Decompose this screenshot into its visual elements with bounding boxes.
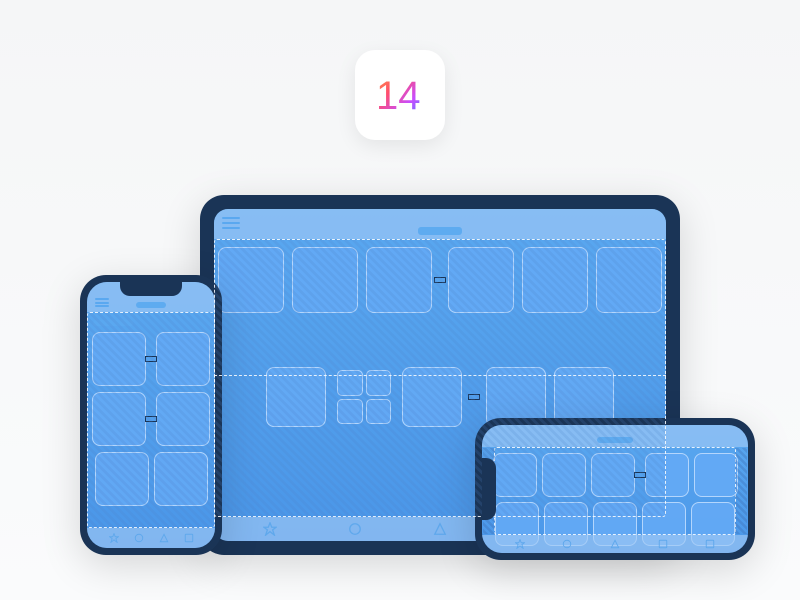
square-icon[interactable] <box>705 539 715 549</box>
phone-portrait-device <box>80 275 222 555</box>
cell[interactable] <box>156 392 210 446</box>
phone-row <box>93 452 209 506</box>
square-icon[interactable] <box>658 539 668 549</box>
phone-row <box>93 332 209 386</box>
phone-l-row <box>500 453 730 497</box>
hamburger-icon[interactable] <box>95 298 109 307</box>
circle-icon[interactable] <box>562 539 572 549</box>
navbar-title-placeholder <box>597 437 633 443</box>
cell[interactable] <box>366 247 432 313</box>
cell[interactable] <box>402 367 462 427</box>
triangle-icon[interactable] <box>159 533 169 543</box>
triangle-icon[interactable] <box>433 522 447 536</box>
navbar-title-placeholder <box>418 227 462 235</box>
cell[interactable] <box>542 453 586 497</box>
cell[interactable] <box>92 332 146 386</box>
phone-landscape-content <box>482 447 748 535</box>
phone-navbar <box>482 425 748 447</box>
cell[interactable] <box>591 453 635 497</box>
cell[interactable] <box>218 247 284 313</box>
cell[interactable] <box>95 452 149 506</box>
tablet-navbar <box>214 209 666 239</box>
phone-row <box>93 392 209 446</box>
star-icon[interactable] <box>263 522 277 536</box>
cell[interactable] <box>156 332 210 386</box>
cell[interactable] <box>266 367 326 427</box>
star-icon[interactable] <box>109 533 119 543</box>
phone-portrait-content <box>87 312 215 528</box>
notch <box>120 282 182 296</box>
triangle-icon[interactable] <box>610 539 620 549</box>
star-icon[interactable] <box>515 539 525 549</box>
phone-tabbar <box>482 535 748 553</box>
cell[interactable] <box>596 247 662 313</box>
section-heading-placeholder <box>93 320 133 326</box>
cell[interactable] <box>522 247 588 313</box>
tablet-section-divider <box>214 375 666 376</box>
phone-landscape-screen <box>482 425 748 553</box>
cell[interactable] <box>493 453 537 497</box>
tablet-row-1 <box>224 247 656 313</box>
cell[interactable] <box>645 453 689 497</box>
square-icon[interactable] <box>184 533 194 543</box>
cell-quad[interactable] <box>334 367 394 427</box>
phone-tabbar <box>87 528 215 548</box>
phone-portrait-screen <box>87 282 215 548</box>
cell[interactable] <box>448 247 514 313</box>
phone-landscape-device <box>475 418 755 560</box>
badge-number: 14 <box>376 74 421 118</box>
navbar-title-placeholder <box>136 302 166 308</box>
cell[interactable] <box>154 452 208 506</box>
ios14-badge: 14 <box>355 50 445 140</box>
cell[interactable] <box>92 392 146 446</box>
cell[interactable] <box>694 453 738 497</box>
cell[interactable] <box>292 247 358 313</box>
notch <box>482 458 496 520</box>
circle-icon[interactable] <box>348 522 362 536</box>
hamburger-icon[interactable] <box>222 217 240 229</box>
circle-icon[interactable] <box>134 533 144 543</box>
